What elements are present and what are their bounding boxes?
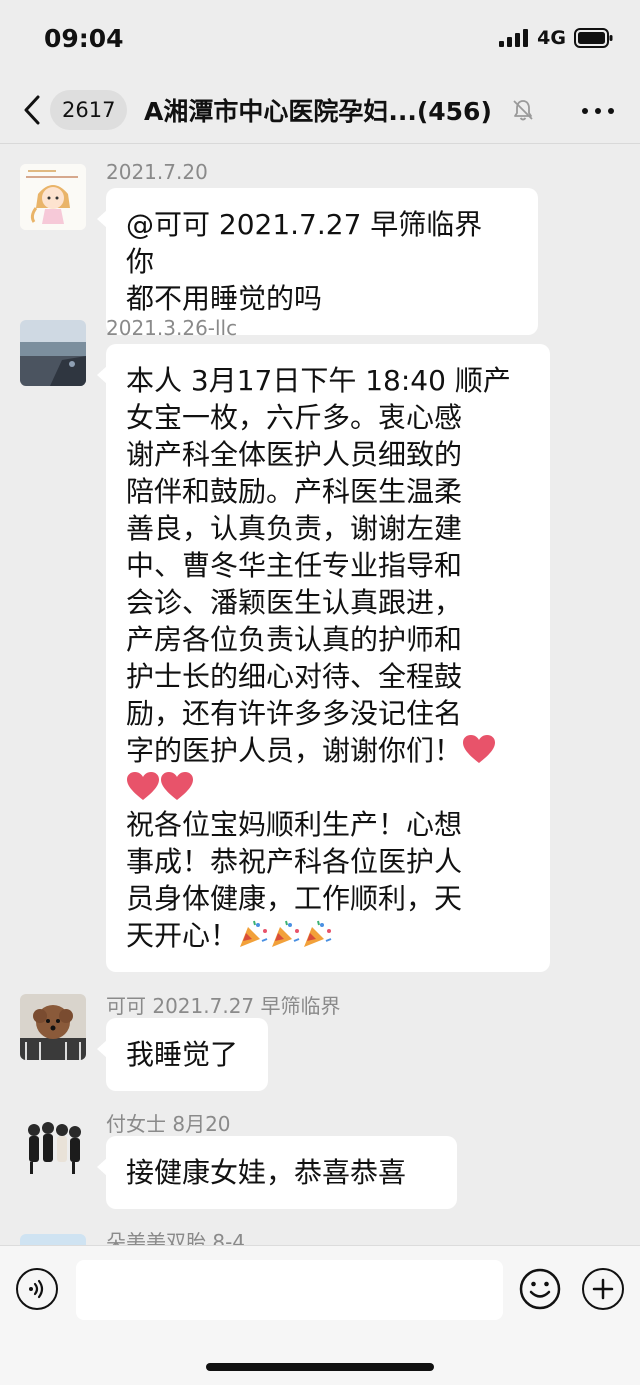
sender-name: 付女士 8月20: [106, 1112, 231, 1136]
avatar[interactable]: [20, 164, 86, 230]
message-text: @可可 2021.7.27 早筛临界 你 都不用睡觉的吗: [126, 208, 483, 315]
unread-count-badge[interactable]: 2617: [50, 90, 128, 130]
signal-icon: [499, 29, 529, 47]
message-input[interactable]: [76, 1260, 503, 1320]
back-arrow-icon: [24, 95, 40, 125]
chat-list[interactable]: 2021.7.20 @可可 2021.7.27 早筛临界 你 都不用睡觉的吗 2…: [0, 144, 640, 1245]
chat-header: 2617 A湘潭市中心医院孕妇...(456): [0, 78, 640, 142]
sender-name: 朵美美双胎 8-4: [106, 1230, 246, 1245]
cartoon-girl-avatar-icon: [20, 164, 86, 230]
dog-photo-avatar-icon: [20, 994, 86, 1060]
chat-message: 付女士 8月20 接健康女娃，恭喜恭喜: [0, 1108, 640, 1210]
avatar[interactable]: [20, 1234, 86, 1245]
status-bar: 09:04 4G: [0, 0, 640, 78]
plus-button[interactable]: [582, 1268, 624, 1310]
avatar[interactable]: [20, 320, 86, 386]
heart-emoji-icon: [161, 772, 193, 800]
message-text: 接健康女娃，恭喜恭喜: [126, 1156, 407, 1189]
group-photo-avatar-icon: [20, 1112, 86, 1178]
avatar[interactable]: [20, 1112, 86, 1178]
message-text: 我睡觉了: [126, 1038, 239, 1071]
message-bubble[interactable]: 接健康女娃，恭喜恭喜: [97, 1136, 457, 1209]
status-indicators: 4G: [499, 27, 614, 49]
emoji-icon: [519, 1268, 561, 1310]
chat-message: 可可 2021.7.27 早筛临界 我睡觉了: [0, 990, 640, 1092]
chat-message: 2021.7.20 @可可 2021.7.27 早筛临界 你 都不用睡觉的吗: [0, 160, 640, 335]
member-count: (456): [416, 97, 492, 126]
back-button[interactable]: [16, 90, 48, 130]
chat-message: 2021.3.26-llc 本人 3月17日下午 18:40 顺产 女宝一枚，六…: [0, 316, 640, 976]
chat-title-text: A湘潭市中心医院孕妇...: [144, 97, 417, 126]
network-label: 4G: [537, 27, 566, 49]
home-indicator[interactable]: [206, 1363, 434, 1371]
party-popper-emoji-icon: [272, 920, 300, 947]
message-text: 本人 3月17日下午 18:40 顺产 女宝一枚，六斤多。衷心感 谢产科全体医护…: [126, 364, 511, 952]
sender-name: 可可 2021.7.27 早筛临界: [106, 994, 341, 1018]
status-time: 09:04: [44, 24, 124, 53]
avatar[interactable]: [20, 994, 86, 1060]
message-bubble[interactable]: 我睡觉了: [97, 1018, 268, 1091]
sender-name: 2021.3.26-llc: [106, 316, 238, 340]
heart-emoji-icon: [463, 735, 496, 763]
chat-title[interactable]: A湘潭市中心医院孕妇...(456): [144, 92, 492, 128]
sender-name: 2021.7.20: [106, 160, 208, 184]
heart-emoji-icon: [127, 772, 159, 800]
voice-button[interactable]: [16, 1268, 58, 1310]
message-bubble[interactable]: @可可 2021.7.27 早筛临界 你 都不用睡觉的吗: [97, 188, 538, 335]
party-popper-emoji-icon: [304, 920, 332, 947]
seaside-photo-avatar-icon: [20, 320, 86, 386]
voice-icon: [29, 1279, 44, 1299]
more-dots-icon: [582, 108, 588, 114]
plus-icon: [592, 1278, 614, 1300]
sky-photo-avatar-icon: [20, 1234, 86, 1245]
message-bubble[interactable]: 本人 3月17日下午 18:40 顺产 女宝一枚，六斤多。衷心感 谢产科全体医护…: [97, 344, 550, 972]
chat-message: 朵美美双胎 8-4: [0, 1226, 640, 1245]
mute-bell-icon: [513, 100, 533, 121]
party-popper-emoji-icon: [240, 920, 268, 947]
battery-icon: [574, 28, 613, 48]
emoji-button[interactable]: [519, 1268, 561, 1310]
more-options-button[interactable]: [578, 100, 618, 122]
